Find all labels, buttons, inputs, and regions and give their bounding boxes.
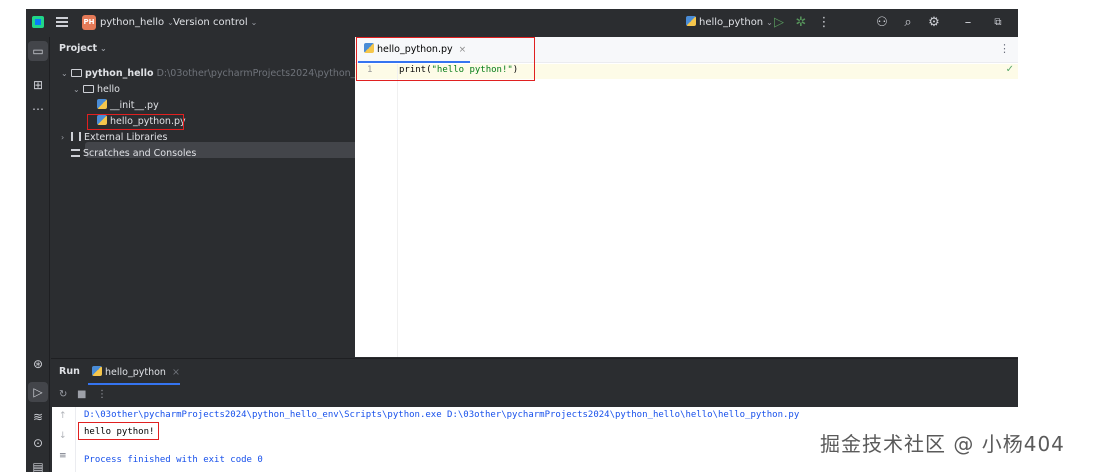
more-vertical-icon[interactable]: ⋮ — [97, 389, 107, 400]
chevron-right-icon[interactable]: › — [61, 130, 71, 146]
run-tool-icon[interactable]: ▷ — [28, 382, 48, 402]
tree-item-label: __init__.py — [110, 100, 159, 111]
tree-item-init-py[interactable]: __init__.py — [97, 98, 159, 114]
python-file-icon — [686, 16, 696, 26]
gutter-separator — [397, 64, 398, 357]
console-command-line: D:\03other\pycharmProjects2024\python_he… — [84, 410, 800, 420]
tree-item-label: hello — [97, 84, 120, 95]
project-tool-window: Project ⌄ ⌄ python_hello D:\03other\pycharm… — [51, 37, 378, 357]
tree-item-label: External Libraries — [84, 132, 168, 143]
tree-item-external-libraries[interactable]: › External Libraries — [61, 130, 167, 146]
restore-icon[interactable]: ⧉ — [989, 14, 1007, 32]
tree-item-hello-package[interactable]: ⌄ hello — [73, 82, 120, 98]
active-run-tab-indicator — [88, 383, 180, 385]
run-config-label: hello_python — [699, 17, 764, 28]
python-file-icon — [92, 366, 102, 376]
layers-icon[interactable]: ≋ — [28, 407, 48, 427]
package-folder-icon — [83, 85, 94, 93]
rerun-icon[interactable]: ↻ — [59, 389, 67, 400]
more-vertical-icon[interactable]: ⋮ — [999, 42, 1010, 55]
project-switcher[interactable]: python_hello ⌄ — [100, 9, 174, 37]
run-tab-label: hello_python — [105, 367, 166, 378]
more-horizontal-icon[interactable]: ⋯ — [28, 99, 48, 119]
stop-icon[interactable]: ■ — [77, 389, 86, 400]
tree-item-label: Scratches and Consoles — [83, 148, 197, 159]
chevron-down-icon[interactable]: ⌄ — [73, 82, 83, 98]
run-tool-window: Run hello_python × ↻ ■ ⋮ — [51, 358, 1018, 408]
run-tab-hello-python[interactable]: hello_python × — [92, 366, 180, 378]
structure-icon[interactable]: ⊞ — [28, 75, 48, 95]
project-header-label: Project — [59, 43, 98, 54]
scratches-icon — [71, 149, 80, 157]
highlight-box-editor — [356, 37, 535, 81]
folder-icon — [71, 69, 82, 77]
library-icon — [71, 132, 81, 141]
services-icon[interactable]: ⊙ — [28, 433, 48, 453]
play-icon[interactable]: ▷ — [770, 14, 788, 32]
highlight-box-output — [78, 422, 159, 440]
chevron-down-icon: ⌄ — [100, 44, 107, 53]
version-control-label: Version control — [173, 17, 248, 28]
tree-item-scratches[interactable]: Scratches and Consoles — [71, 146, 196, 162]
tree-item-project-root[interactable]: ⌄ python_hello D:\03other\pycharmProjects2… — [61, 66, 378, 82]
minimize-icon[interactable]: – — [959, 14, 977, 32]
tree-item-label: python_hello — [85, 68, 154, 79]
close-icon[interactable]: × — [172, 367, 180, 378]
search-icon[interactable]: ⌕ — [899, 14, 917, 32]
python-console-icon[interactable]: ⊛ — [28, 354, 48, 374]
version-control-menu[interactable]: Version control ⌄ — [173, 9, 257, 37]
chevron-down-icon[interactable]: ⌄ — [61, 66, 71, 82]
console-sidebar: ↑ ↓ ≡ — [52, 407, 76, 472]
user-icon[interactable]: ⚇ — [873, 14, 891, 32]
console-exit-message: Process finished with exit code 0 — [84, 455, 263, 465]
checkmark-icon: ✓ — [1005, 64, 1014, 75]
arrow-up-icon[interactable]: ↑ — [59, 411, 67, 421]
project-panel-header[interactable]: Project ⌄ — [59, 43, 107, 54]
folder-icon[interactable]: ▭ — [28, 41, 48, 61]
run-config-selector[interactable]: hello_python ⌄ — [686, 9, 773, 37]
python-file-icon — [97, 99, 107, 109]
hamburger-icon[interactable] — [56, 17, 68, 27]
left-tool-strip: ▭ ⊞ ⋯ ⊛ ▷ ≋ ⊙ ▤ — [26, 37, 50, 472]
run-panel-title: Run — [59, 366, 80, 377]
pycharm-window: PH python_hello ⌄ Version control ⌄ hello_… — [26, 9, 1018, 472]
title-bar: PH python_hello ⌄ Version control ⌄ hello_… — [26, 9, 1018, 37]
project-badge: PH — [82, 15, 96, 30]
wrap-lines-icon[interactable]: ≡ — [59, 451, 67, 461]
highlight-box-file — [87, 114, 184, 130]
editor-area[interactable]: hello_python.py × ⋮ 1 print("hello python… — [355, 37, 1018, 357]
chevron-down-icon: ⌄ — [250, 18, 258, 27]
more-vertical-icon[interactable]: ⋮ — [815, 14, 833, 32]
project-path-hint: D:\03other\pycharmProjects2024\python_he… — [156, 68, 379, 79]
pycharm-logo-icon[interactable] — [32, 16, 44, 28]
project-name: python_hello — [100, 17, 165, 28]
gear-icon[interactable]: ⚙ — [925, 14, 943, 32]
watermark: 掘金技术社区 @ 小杨404 — [820, 432, 1065, 456]
terminal-icon[interactable]: ▤ — [28, 457, 48, 472]
arrow-down-icon[interactable]: ↓ — [59, 431, 67, 441]
bug-icon[interactable]: ✲ — [792, 14, 810, 32]
